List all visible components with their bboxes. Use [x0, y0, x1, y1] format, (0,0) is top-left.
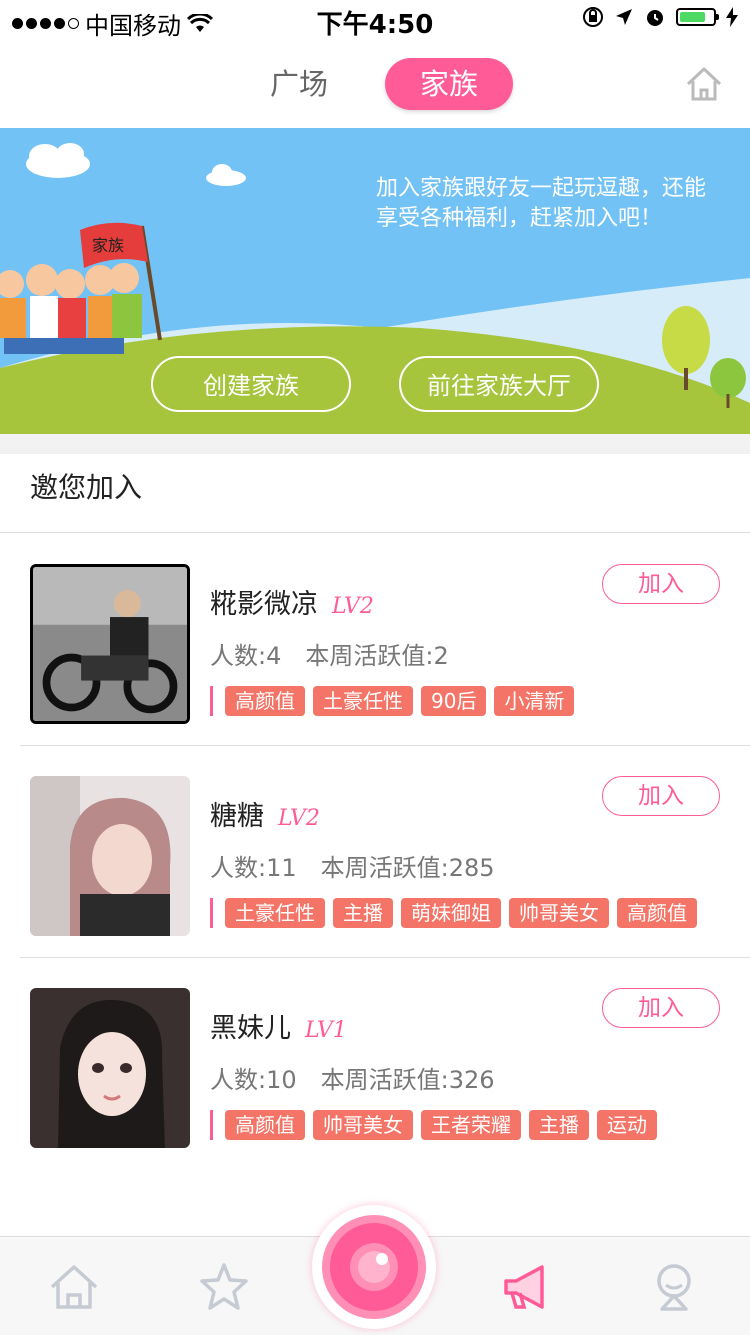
family-level: LV2 [278, 806, 320, 831]
family-item[interactable]: 糖糖 LV2 人数:11 本周活跃值:285 土豪任性 主播 萌妹御姐 帅哥美女 高颜值 加… [0, 746, 750, 958]
banner-text: 加入家族跟好友一起玩逗趣，还能享受各种福利，赶紧加入吧！ [376, 176, 707, 231]
family-name: 糀影微凉 LV2 [210, 589, 374, 620]
camera-lens-icon [322, 1215, 426, 1319]
tag: 主播 [333, 898, 393, 928]
tag: 主播 [529, 1110, 589, 1140]
family-stats: 人数:10 本周活跃值:326 [210, 1066, 495, 1094]
family-item[interactable]: 黑妹儿 LV1 人数:10 本周活跃值:326 高颜值 帅哥美女 王者荣耀 主播 运动 加入 [0, 958, 750, 1170]
battery-icon [676, 8, 719, 26]
tag: 高颜值 [225, 686, 305, 716]
family-banner: 家族 加入家族跟好友一起玩逗趣，还能享受各种福利，赶紧加入吧！ 创建家族 前往家… [0, 128, 750, 434]
family-stats: 人数:11 本周活跃值:285 [210, 854, 495, 882]
family-tags: 高颜值 土豪任性 90后 小清新 [210, 686, 730, 716]
tag: 萌妹御姐 [401, 898, 501, 928]
tag: 高颜值 [617, 898, 697, 928]
family-avatar [30, 564, 190, 724]
family-level: LV2 [332, 594, 374, 619]
family-hall-button[interactable]: 前往家族大厅 [399, 356, 599, 412]
family-avatar [30, 988, 190, 1148]
create-family-button[interactable]: 创建家族 [151, 356, 351, 412]
alarm-icon [647, 10, 663, 26]
family-stats: 人数:4 本周活跃值:2 [210, 642, 449, 670]
status-right [582, 6, 738, 28]
tab-family[interactable]: 家族 [385, 58, 513, 110]
live-camera-button[interactable] [312, 1205, 436, 1329]
tag: 王者荣耀 [421, 1110, 521, 1140]
top-navbar: 广场 家族 [0, 40, 750, 128]
status-bar: 中国移动 下午4:50 [0, 0, 750, 40]
family-level: LV1 [305, 1018, 347, 1043]
section-title: 邀您加入 [30, 471, 143, 504]
join-button[interactable]: 加入 [602, 776, 720, 816]
tag: 帅哥美女 [509, 898, 609, 928]
tag: 90后 [421, 686, 487, 716]
family-tags: 土豪任性 主播 萌妹御姐 帅哥美女 高颜值 [210, 898, 730, 928]
rotation-lock-icon [583, 7, 603, 27]
tag: 高颜值 [225, 1110, 305, 1140]
section-divider [0, 532, 750, 533]
family-item[interactable]: 糀影微凉 LV2 人数:4 本周活跃值:2 高颜值 土豪任性 90后 小清新 加入 [0, 534, 750, 746]
tag: 运动 [597, 1110, 657, 1140]
tag: 帅哥美女 [313, 1110, 413, 1140]
join-button[interactable]: 加入 [602, 988, 720, 1028]
charging-icon [726, 7, 738, 27]
section-gap [0, 434, 750, 454]
family-name: 黑妹儿 LV1 [210, 1013, 347, 1044]
tag: 土豪任性 [313, 686, 413, 716]
megaphone-icon[interactable] [498, 1259, 554, 1315]
tab-square[interactable]: 广场 [270, 58, 328, 110]
join-button[interactable]: 加入 [602, 564, 720, 604]
profile-icon[interactable] [646, 1259, 702, 1315]
home-icon[interactable] [46, 1259, 102, 1315]
banner-flag-text: 家族 [92, 236, 125, 255]
star-icon[interactable] [196, 1259, 252, 1315]
family-avatar [30, 776, 190, 936]
location-icon [616, 9, 632, 25]
family-tags: 高颜值 帅哥美女 王者荣耀 主播 运动 [210, 1110, 730, 1140]
family-name: 糖糖 LV2 [210, 801, 320, 832]
home-icon[interactable] [684, 64, 724, 104]
tag: 土豪任性 [225, 898, 325, 928]
tag: 小清新 [494, 686, 575, 716]
